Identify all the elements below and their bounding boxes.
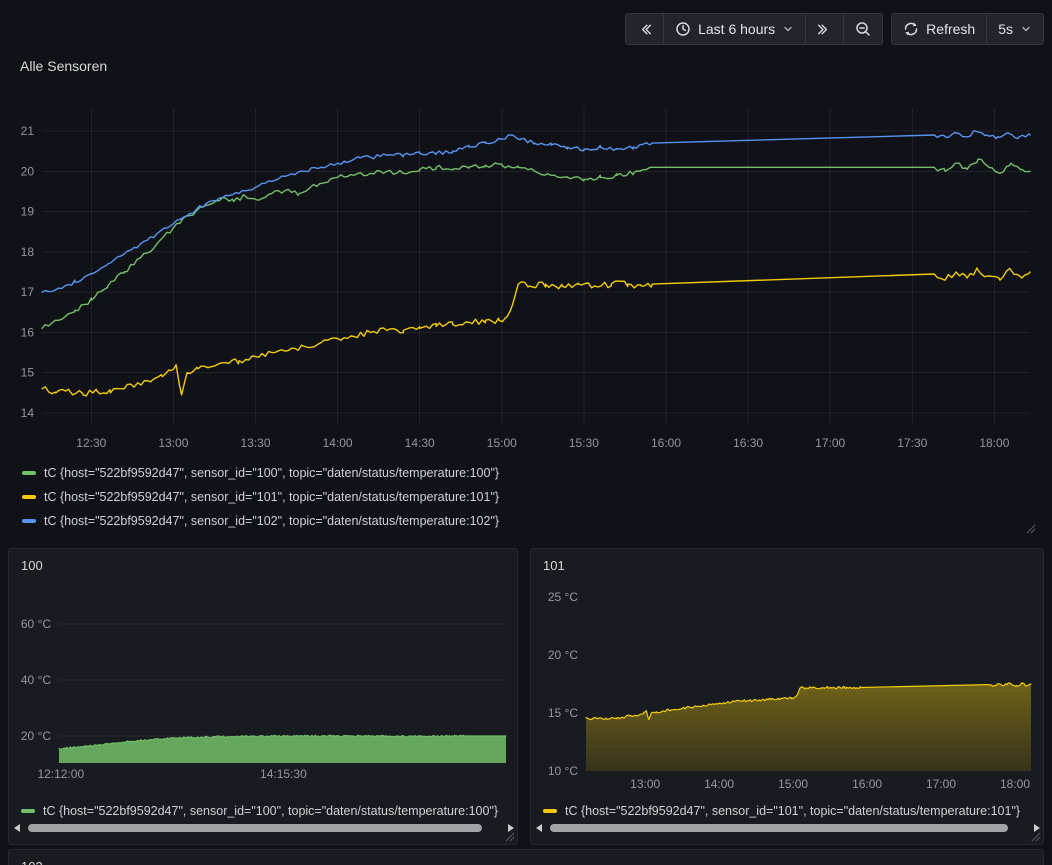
x-axis-tick-label: 18:00 [1000,777,1030,791]
zoom-out-button[interactable] [844,14,882,44]
series-area-fill [59,735,506,763]
time-shift-forward-button[interactable] [806,14,844,44]
legend-label: tC {host="522bf9592d47", sensor_id="102"… [44,514,499,528]
grafana-dashboard: Last 6 hours Refresh 5s [0,0,1052,865]
refresh-label: Refresh [926,21,975,37]
x-axis-tick-label: 12:30 [76,436,106,450]
legend-label: tC {host="522bf9592d47", sensor_id="100"… [44,466,499,480]
time-shift-back-button[interactable] [626,14,664,44]
panel-title: 102 [21,859,43,865]
x-axis-tick-label: 14:00 [704,777,734,791]
y-axis-tick-label: 25 °C [548,590,578,604]
scroll-left-arrow[interactable] [14,824,20,832]
panel-title: 101 [543,558,565,573]
y-axis-tick-label: 19 [21,205,35,219]
x-axis-tick-label: 14:15:30 [260,767,307,781]
scroll-right-arrow[interactable] [1034,824,1040,832]
y-axis-tick-label: 14 [21,406,35,420]
y-axis-tick-label: 40 °C [21,673,51,687]
panel-101-legend: tC {host="522bf9592d47", sensor_id="101"… [543,802,1037,820]
x-axis-tick-label: 13:00 [630,777,660,791]
clock-icon [675,21,691,37]
horizontal-scrollbar[interactable] [534,822,1040,835]
legend-swatch [22,471,36,475]
refresh-interval-label: 5s [998,21,1013,37]
panel-100-legend: tC {host="522bf9592d47", sensor_id="100"… [21,802,511,820]
legend-swatch [543,809,557,813]
zoom-out-icon [855,21,871,37]
time-range-picker[interactable]: Last 6 hours [664,14,806,44]
refresh-icon [903,21,919,37]
chevron-down-icon [782,23,794,35]
legend-item[interactable]: tC {host="522bf9592d47", sensor_id="100"… [21,802,511,820]
legend-label: tC {host="522bf9592d47", sensor_id="100"… [43,804,498,818]
legend-item[interactable]: tC {host="522bf9592d47", sensor_id="101"… [22,485,499,509]
y-axis-tick-label: 21 [21,124,35,138]
scroll-thumb[interactable] [28,824,482,832]
x-axis-tick-label: 15:00 [778,777,808,791]
panel-title: 100 [21,558,43,573]
x-axis-tick-label: 16:30 [733,436,763,450]
series-line [42,159,1030,328]
x-axis-tick-label: 14:00 [323,436,353,450]
y-axis-tick-label: 15 [21,366,35,380]
x-axis-tick-label: 16:00 [852,777,882,791]
chevrons-right-icon [817,22,832,37]
x-axis-tick-label: 15:00 [487,436,517,450]
refresh-button[interactable]: Refresh [892,14,987,44]
scroll-left-arrow[interactable] [536,824,542,832]
panel-100: 100 20 °C 40 °C 60 °C 12:12:00 14:15:30 tC {… [8,548,518,845]
x-axis-tick-label: 12:12:00 [37,767,84,781]
refresh-controls-group: Refresh 5s [891,13,1044,45]
legend-item[interactable]: tC {host="522bf9592d47", sensor_id="102"… [22,509,499,533]
legend-swatch [21,809,35,813]
y-axis-tick-label: 20 °C [21,729,51,743]
y-axis-tick-label: 15 °C [548,706,578,720]
chevron-down-icon [1020,23,1032,35]
x-axis-tick-label: 15:30 [569,436,599,450]
time-range-label: Last 6 hours [698,21,775,37]
sensor-101-area-chart[interactable]: 10 °C 15 °C 20 °C 25 °C 13:00 14:00 15:00 16:00… [531,581,1043,799]
y-axis-tick-label: 17 [21,285,35,299]
x-axis-tick-label: 16:00 [651,436,681,450]
legend-item[interactable]: tC {host="522bf9592d47", sensor_id="101"… [543,802,1037,820]
legend-item[interactable]: tC {host="522bf9592d47", sensor_id="100"… [22,461,499,485]
sensor-100-area-chart[interactable]: 20 °C 40 °C 60 °C 12:12:00 14:15:30 [9,587,517,785]
x-axis-tick-label: 18:00 [979,436,1009,450]
panel-resize-handle[interactable] [1031,832,1041,842]
refresh-interval-picker[interactable]: 5s [987,14,1043,44]
dashboard-toolbar: Last 6 hours Refresh 5s [625,13,1044,45]
legend-swatch [22,519,36,523]
x-axis-tick-label: 17:00 [815,436,845,450]
panel-resize-handle[interactable] [1026,524,1036,534]
panel-resize-handle[interactable] [505,832,515,842]
main-chart-legend: tC {host="522bf9592d47", sensor_id="100"… [22,461,499,533]
main-timeseries-chart[interactable]: 14 15 16 17 18 19 20 21 12:30 13:00 13:30 14:00 14:3… [0,98,1052,456]
scroll-thumb[interactable] [550,824,1008,832]
legend-swatch [22,495,36,499]
chevrons-left-icon [637,22,652,37]
y-axis-tick-label: 60 °C [21,617,51,631]
panel-101: 101 10 °C15 °C20 °C25 °C13:0014:0015:001… [530,548,1044,845]
horizontal-scrollbar[interactable] [12,822,514,835]
panel-102: 102 [8,849,1044,865]
scroll-right-arrow[interactable] [508,824,514,832]
x-axis-tick-label: 17:00 [926,777,956,791]
y-axis-tick-label: 18 [21,245,35,259]
legend-label: tC {host="522bf9592d47", sensor_id="101"… [565,804,1020,818]
x-axis-tick-label: 14:30 [405,436,435,450]
legend-label: tC {host="522bf9592d47", sensor_id="101"… [44,490,499,504]
x-axis-tick-label: 13:30 [240,436,270,450]
time-controls-group: Last 6 hours [625,13,883,45]
panel-title: Alle Sensoren [20,58,107,74]
x-axis-tick-label: 17:30 [897,436,927,450]
y-axis-tick-label: 20 °C [548,648,578,662]
series-area-fill [586,683,1031,771]
y-axis-tick-label: 16 [21,325,35,339]
x-axis-tick-label: 13:00 [158,436,188,450]
y-axis-tick-label: 10 °C [548,764,578,778]
y-axis-tick-label: 20 [21,164,35,178]
